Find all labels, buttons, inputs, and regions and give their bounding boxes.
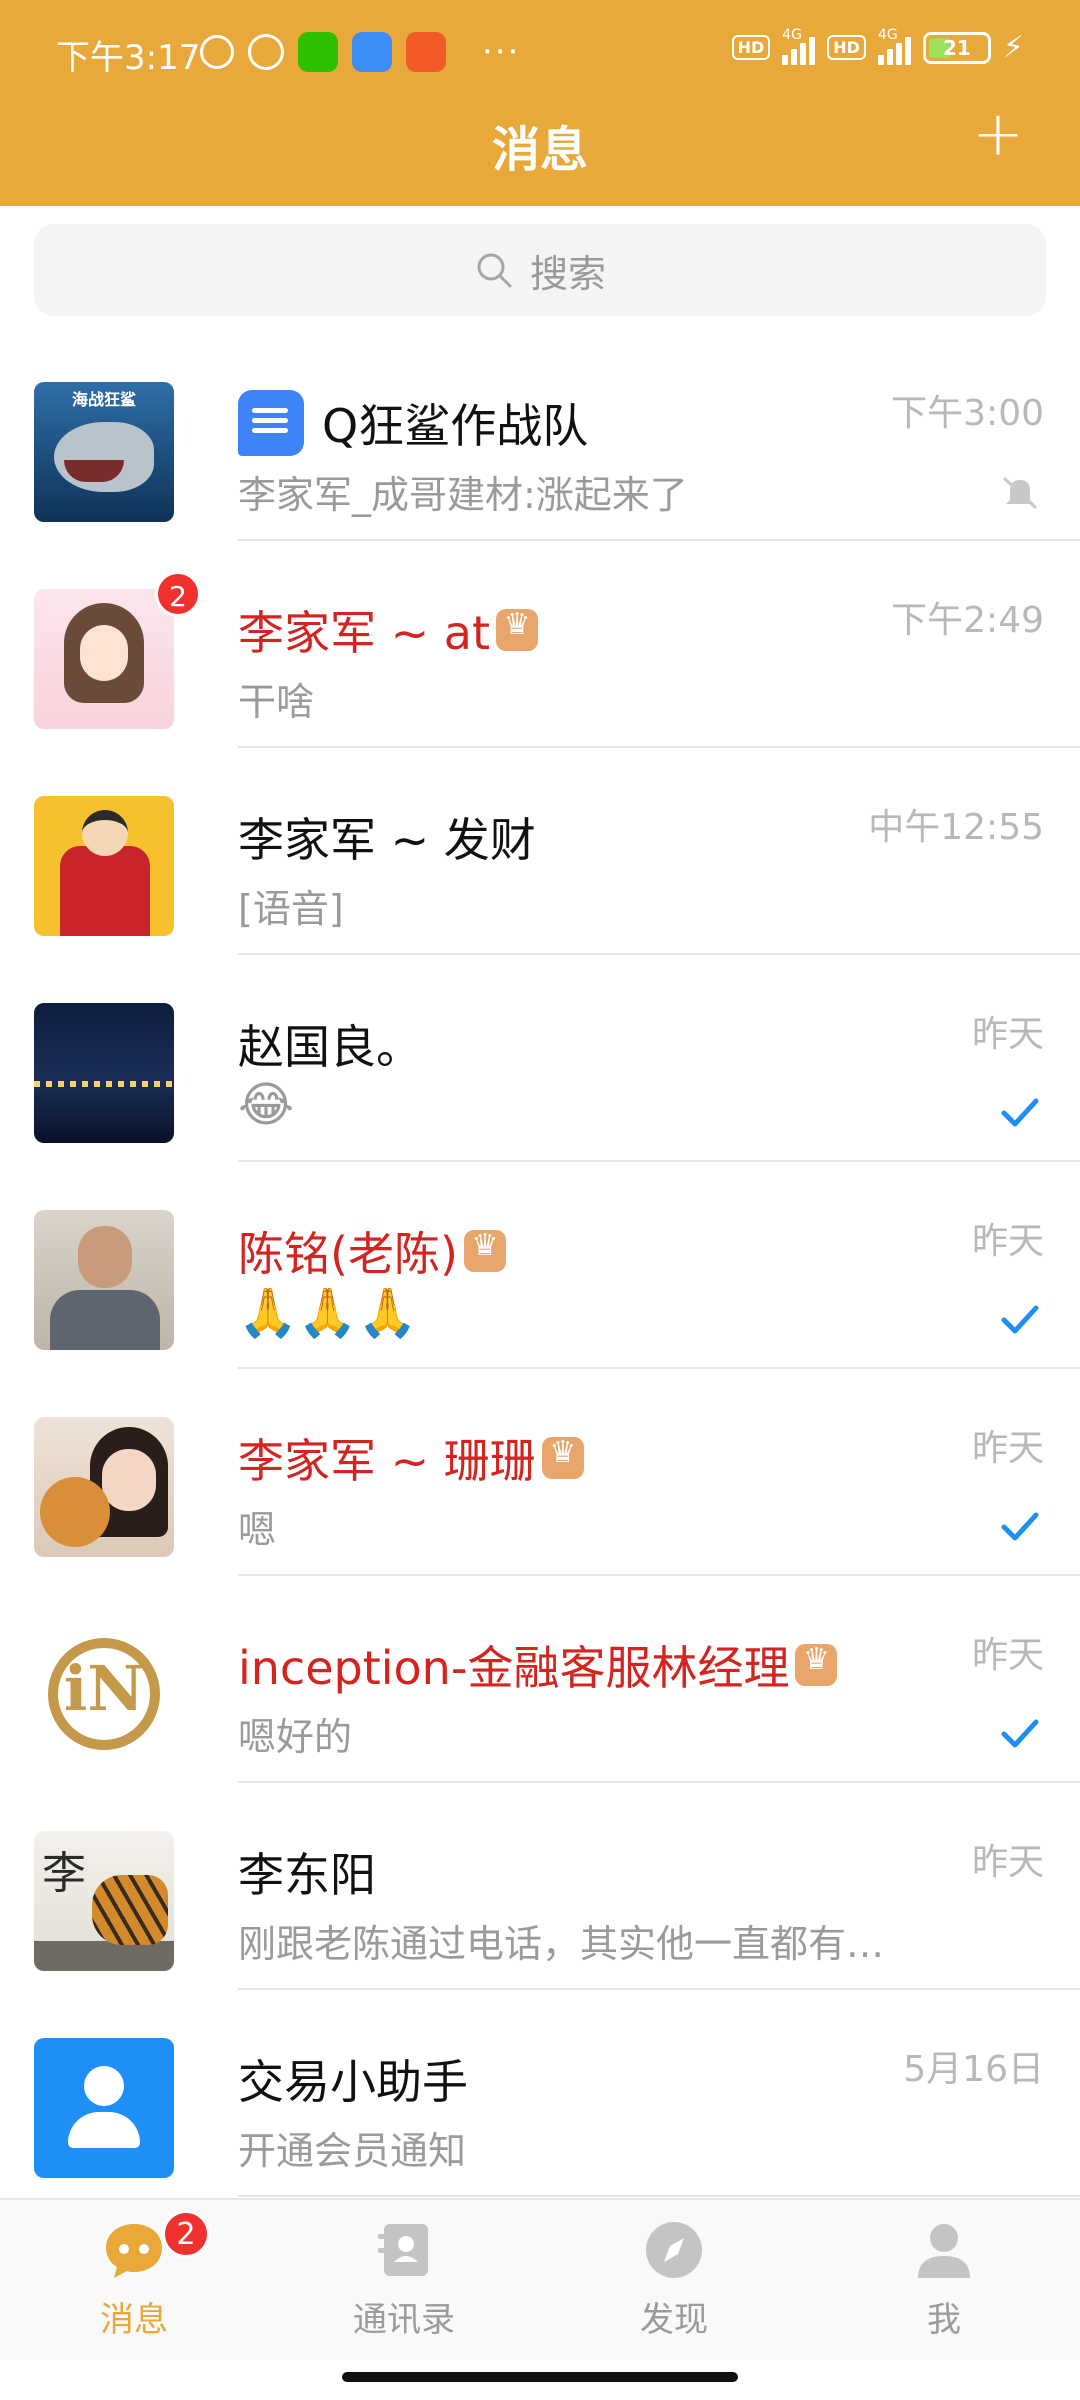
message-time: 中午12:55 [868, 807, 1044, 848]
battery-icon: 21 [922, 31, 991, 64]
divider [238, 2195, 1080, 2197]
conversation-name: 陈铭(老陈) [238, 1218, 506, 1284]
conversation-name: Q狂鲨作战队 [238, 390, 588, 456]
message-time: 昨天 [971, 1014, 1044, 1055]
conversation-list: 海战狂鲨 Q狂鲨作战队 李家军_成哥建材:涨起来了 下午3:00 2 李家军 ~… [0, 334, 1080, 2197]
avatar [34, 589, 174, 729]
crown-icon [463, 1228, 506, 1272]
alarm-icon [248, 34, 284, 70]
avatar [34, 796, 174, 936]
avatar: 李 [34, 1831, 174, 1971]
message-preview: 开通会员通知 [238, 2129, 467, 2173]
wechat-icon [298, 32, 338, 72]
message-preview: 嗯 [238, 1508, 277, 1552]
check-icon [1001, 1719, 1039, 1748]
avatar [34, 2038, 174, 2178]
home-indicator[interactable] [342, 2372, 738, 2382]
avatar [34, 1417, 174, 1557]
unread-badge: 2 [155, 571, 201, 617]
message-time: 下午2:49 [891, 600, 1044, 641]
message-preview: 干啥 [238, 680, 315, 724]
crown-icon [795, 1642, 838, 1686]
message-time: 昨天 [971, 1842, 1044, 1883]
message-time: 昨天 [971, 1428, 1044, 1469]
chat-bubble-icon [102, 2218, 166, 2282]
add-button[interactable]: + [972, 103, 1024, 165]
check-icon [1001, 1512, 1039, 1541]
hd-icon-2: HD [827, 35, 866, 60]
status-time: 下午3:17 [56, 38, 201, 78]
conversation-item[interactable]: iN inception-金融客服林经理 嗯好的 昨天 [0, 1576, 1080, 1783]
avatar [34, 1003, 174, 1143]
message-preview: 刚跟老陈通过电话，其实他一直都有… [238, 1922, 885, 1966]
nav-discover[interactable]: 发现 [574, 2218, 774, 2341]
conversation-item[interactable]: 李家军 ~ 发财 [语音] 中午12:55 [0, 748, 1080, 955]
message-preview: 🙏🙏🙏 [238, 1285, 418, 1341]
message-time: 昨天 [971, 1635, 1044, 1676]
signal-icon: 4G [782, 27, 816, 65]
search-icon [477, 253, 512, 288]
check-icon [1001, 1305, 1039, 1334]
muted-icon [1002, 476, 1038, 510]
conversation-name: 李家军 ~ 发财 [238, 813, 536, 867]
conversation-item[interactable]: 2 李家军 ~ at 干啥 下午2:49 [0, 541, 1080, 748]
message-time: 昨天 [971, 1221, 1044, 1262]
message-time: 5月16日 [903, 2049, 1044, 2090]
silent-bell-icon [200, 35, 234, 69]
conversation-name: 交易小助手 [238, 2055, 468, 2109]
message-preview: 李家军_成哥建材:涨起来了 [238, 473, 688, 517]
message-preview: 😂 [238, 1077, 295, 1133]
hd-icon: HD [731, 35, 771, 60]
nav-contacts[interactable]: 通讯录 [304, 2218, 504, 2341]
conversation-item[interactable]: 赵国良。 😂 昨天 [0, 955, 1080, 1162]
avatar-logo: iN [63, 1652, 145, 1725]
conversation-name: 赵国良。 [238, 1020, 422, 1074]
contacts-book-icon [372, 2218, 436, 2282]
conversation-name: 李东阳 [238, 1848, 376, 1902]
compass-icon [642, 2218, 706, 2282]
check-icon [1001, 1098, 1039, 1127]
conversation-name: 李家军 ~ at [238, 597, 539, 663]
status-bar: 下午3:17 ··· HD 4G HD 4G 21 ⚡ [0, 0, 1080, 100]
bottom-nav: 2 消息 通讯录 发现 我 [0, 2198, 1080, 2360]
conversation-item[interactable]: 李 李东阳 刚跟老陈通过电话，其实他一直都有… 昨天 [0, 1783, 1080, 1990]
app-notification-icon [406, 32, 446, 72]
app-header: 下午3:17 ··· HD 4G HD 4G 21 ⚡ 消息 + [0, 0, 1080, 206]
page-title: 消息 [491, 122, 588, 178]
charging-icon: ⚡ [1002, 30, 1024, 65]
message-preview: [语音] [238, 887, 344, 931]
status-indicators: HD 4G HD 4G 21 ⚡ [731, 27, 1024, 65]
search-placeholder: 搜索 [529, 251, 606, 296]
message-time: 下午3:00 [891, 393, 1044, 434]
conversation-name: 李家军 ~ 珊珊 [238, 1425, 584, 1491]
messenger-icon [352, 32, 392, 72]
nav-me[interactable]: 我 [844, 2218, 1044, 2341]
nav-unread-badge: 2 [162, 2210, 210, 2258]
avatar [34, 1210, 174, 1350]
message-preview: 嗯好的 [238, 1715, 353, 1759]
more-notifications-icon: ··· [482, 32, 521, 72]
conversation-name: inception-金融客服林经理 [238, 1632, 838, 1698]
search-bar[interactable]: 搜索 [34, 224, 1046, 316]
conversation-item[interactable]: 交易小助手 开通会员通知 5月16日 [0, 1990, 1080, 2197]
avatar: 海战狂鲨 [34, 382, 174, 522]
nav-messages[interactable]: 2 消息 [34, 2210, 234, 2341]
conversation-item[interactable]: 海战狂鲨 Q狂鲨作战队 李家军_成哥建材:涨起来了 下午3:00 [0, 334, 1080, 541]
conversation-item[interactable]: 陈铭(老陈) 🙏🙏🙏 昨天 [0, 1162, 1080, 1369]
group-chat-icon [238, 390, 304, 456]
notification-icons: ··· [200, 30, 520, 74]
crown-icon [496, 607, 539, 651]
conversation-item[interactable]: 李家军 ~ 珊珊 嗯 昨天 [0, 1369, 1080, 1576]
person-icon [912, 2218, 976, 2282]
crown-icon [541, 1435, 584, 1479]
avatar: iN [34, 1624, 174, 1764]
avatar-calligraphy: 李 [42, 1848, 86, 1899]
avatar-caption: 海战狂鲨 [71, 390, 136, 409]
signal-icon-2: 4G [877, 27, 911, 65]
